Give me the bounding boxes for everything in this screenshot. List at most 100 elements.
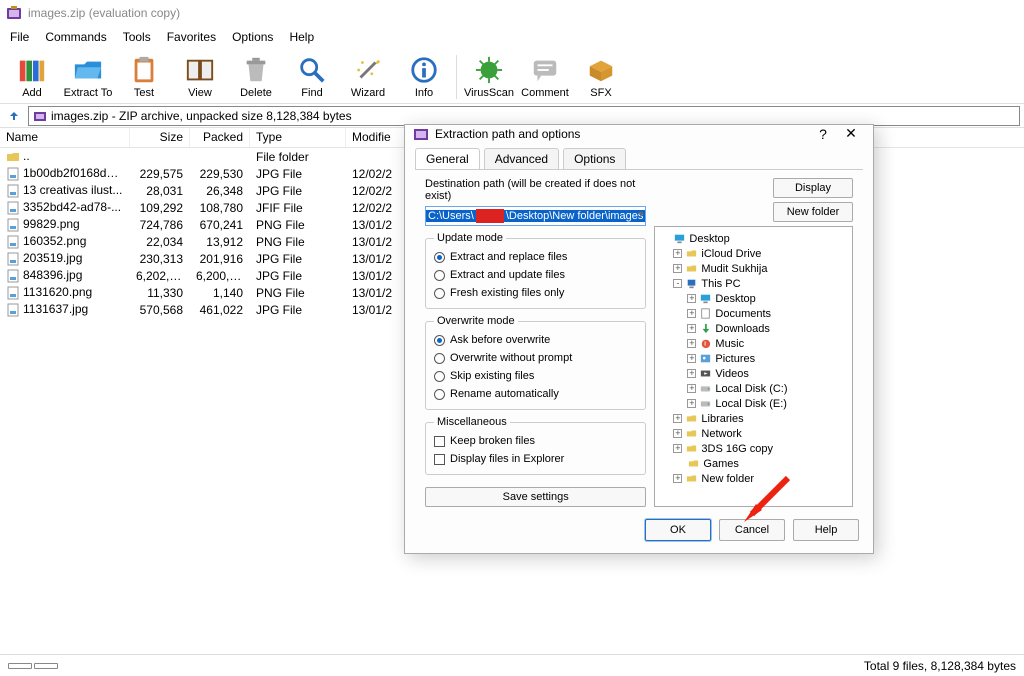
radio-extract-replace[interactable]: Extract and replace files — [434, 248, 637, 266]
menu-favorites[interactable]: Favorites — [159, 28, 224, 46]
update-mode-group: Update mode Extract and replace files Ex… — [425, 232, 646, 309]
tree-node[interactable]: +Local Disk (C:) — [659, 381, 848, 396]
toolbar-info[interactable]: Info — [396, 54, 452, 100]
toolbar-comment[interactable]: Comment — [517, 54, 573, 100]
tree-node[interactable]: Desktop — [659, 231, 848, 246]
tree-node[interactable]: -This PC — [659, 276, 848, 291]
tree-expander[interactable]: + — [673, 429, 682, 438]
col-size[interactable]: Size — [130, 128, 190, 147]
toolbar-view[interactable]: View — [172, 54, 228, 100]
tree-node[interactable]: +Network — [659, 426, 848, 441]
tree-expander[interactable]: + — [687, 354, 696, 363]
tree-expander[interactable]: + — [687, 384, 696, 393]
tree-expander[interactable]: + — [687, 339, 696, 348]
menu-commands[interactable]: Commands — [37, 28, 114, 46]
search-icon — [297, 55, 327, 85]
save-settings-button[interactable]: Save settings — [425, 487, 646, 507]
tree-node[interactable]: +Mudit Sukhija — [659, 261, 848, 276]
tree-node[interactable]: Games — [659, 456, 848, 471]
overwrite-mode-group: Overwrite mode Ask before overwrite Over… — [425, 315, 646, 410]
file-icon — [6, 167, 20, 181]
col-modified[interactable]: Modifie — [346, 128, 406, 147]
tree-expander[interactable]: + — [687, 399, 696, 408]
dest-path-input[interactable]: C:\Users\ \Desktop\New folder\images ▾ — [425, 206, 646, 226]
box-icon — [586, 55, 616, 85]
tree-node[interactable]: +Music — [659, 336, 848, 351]
tree-node[interactable]: +Desktop — [659, 291, 848, 306]
folder-tree[interactable]: Desktop+iCloud Drive+Mudit Sukhija-This … — [654, 226, 853, 507]
menu-file[interactable]: File — [2, 28, 37, 46]
toolbar-delete[interactable]: Delete — [228, 54, 284, 100]
dialog-help-icon[interactable]: ? — [809, 126, 837, 142]
extract-dialog: Extraction path and options ? ✕ General … — [404, 124, 874, 554]
status-grips — [8, 663, 58, 669]
col-type[interactable]: Type — [250, 128, 346, 147]
toolbar-add[interactable]: Add — [4, 54, 60, 100]
menu-options[interactable]: Options — [224, 28, 281, 46]
tree-node[interactable]: +Pictures — [659, 351, 848, 366]
tree-expander[interactable]: + — [687, 369, 696, 378]
file-icon — [6, 252, 20, 266]
tree-node[interactable]: +New folder — [659, 471, 848, 486]
trash-icon — [241, 55, 271, 85]
tree-expander[interactable]: - — [673, 279, 682, 288]
tab-options[interactable]: Options — [563, 148, 626, 169]
tab-general[interactable]: General — [415, 148, 480, 169]
tree-expander[interactable]: + — [673, 444, 682, 453]
ok-button[interactable]: OK — [645, 519, 711, 541]
dialog-tabs: General Advanced Options — [405, 142, 873, 169]
nav-up-button[interactable] — [4, 106, 24, 126]
menu-help[interactable]: Help — [281, 28, 322, 46]
check-keep-broken[interactable]: Keep broken files — [434, 432, 637, 450]
toolbar-wizard[interactable]: Wizard — [340, 54, 396, 100]
dialog-close-icon[interactable]: ✕ — [837, 125, 865, 142]
window-title: images.zip (evaluation copy) — [28, 6, 180, 20]
toolbar-extract[interactable]: Extract To — [60, 54, 116, 100]
tree-expander[interactable]: + — [687, 294, 696, 303]
radio-extract-update[interactable]: Extract and update files — [434, 266, 637, 284]
tree-node[interactable]: +Downloads — [659, 321, 848, 336]
display-button[interactable]: Display — [773, 178, 853, 198]
new-folder-button[interactable]: New folder — [773, 202, 853, 222]
menu-tools[interactable]: Tools — [115, 28, 159, 46]
radio-fresh-only[interactable]: Fresh existing files only — [434, 284, 637, 302]
tree-expander[interactable]: + — [687, 324, 696, 333]
toolbar-find[interactable]: Find — [284, 54, 340, 100]
tree-node[interactable]: +iCloud Drive — [659, 246, 848, 261]
radio-overwrite-noprompt[interactable]: Overwrite without prompt — [434, 349, 637, 367]
archive-icon — [33, 109, 47, 123]
tree-expander[interactable]: + — [673, 474, 682, 483]
books-icon — [17, 55, 47, 85]
check-display-explorer[interactable]: Display files in Explorer — [434, 450, 637, 468]
tree-node[interactable]: +Videos — [659, 366, 848, 381]
tree-node[interactable]: +Local Disk (E:) — [659, 396, 848, 411]
tree-expander[interactable]: + — [673, 414, 682, 423]
dest-path-label: Destination path (will be created if doe… — [425, 178, 646, 202]
col-name[interactable]: Name — [0, 128, 130, 147]
tree-expander[interactable]: + — [673, 264, 682, 273]
toolbar-virusscan[interactable]: VirusScan — [461, 54, 517, 100]
help-button[interactable]: Help — [793, 519, 859, 541]
path-field[interactable]: images.zip - ZIP archive, unpacked size … — [28, 106, 1020, 126]
tree-node[interactable]: +3DS 16G copy — [659, 441, 848, 456]
file-icon — [6, 235, 20, 249]
file-icon — [6, 303, 20, 317]
path-text: images.zip - ZIP archive, unpacked size … — [51, 109, 352, 123]
toolbar-sfx[interactable]: SFX — [573, 54, 629, 100]
radio-ask-overwrite[interactable]: Ask before overwrite — [434, 331, 637, 349]
tree-node[interactable]: +Documents — [659, 306, 848, 321]
cancel-button[interactable]: Cancel — [719, 519, 785, 541]
toolbar-test[interactable]: Test — [116, 54, 172, 100]
tree-expander[interactable]: + — [687, 309, 696, 318]
info-icon — [409, 55, 439, 85]
tree-node[interactable]: +Libraries — [659, 411, 848, 426]
tree-expander[interactable]: + — [673, 249, 682, 258]
wand-icon — [353, 55, 383, 85]
col-packed[interactable]: Packed — [190, 128, 250, 147]
radio-skip-existing[interactable]: Skip existing files — [434, 367, 637, 385]
chevron-down-icon[interactable]: ▾ — [638, 209, 643, 220]
file-icon — [6, 201, 20, 215]
redacted-segment — [476, 209, 504, 223]
tab-advanced[interactable]: Advanced — [484, 148, 559, 169]
radio-rename-auto[interactable]: Rename automatically — [434, 385, 637, 403]
